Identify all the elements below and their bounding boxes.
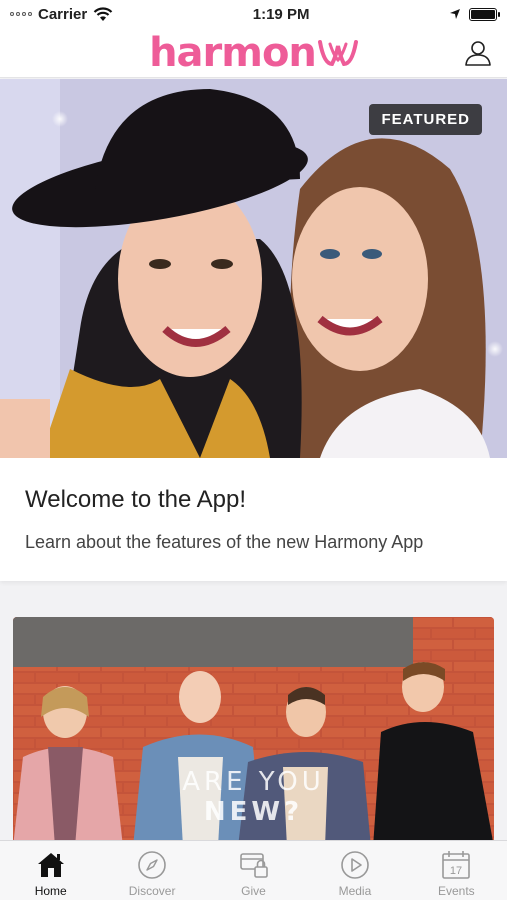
tab-home[interactable]: Home — [0, 841, 101, 900]
tab-give[interactable]: Give — [203, 841, 304, 900]
status-left: Carrier — [10, 6, 113, 23]
signal-icon — [10, 12, 32, 16]
tab-events-label: Events — [437, 884, 475, 898]
battery-icon — [469, 7, 500, 21]
svg-text:17: 17 — [450, 865, 462, 877]
status-bar: Carrier 1:19 PM — [0, 0, 507, 28]
logo-mark-icon — [317, 39, 358, 66]
featured-title: Welcome to the App! — [25, 486, 247, 513]
promo-line-1: ARE YOU — [182, 767, 325, 797]
featured-photo: FEATURED — [0, 79, 507, 458]
tab-discover-label: Discover — [128, 884, 176, 898]
wifi-icon — [93, 6, 113, 21]
featured-photo-illustration — [0, 79, 507, 458]
tab-home-label: Home — [34, 884, 67, 898]
carrier-label: Carrier — [38, 5, 88, 23]
home-icon — [37, 853, 64, 877]
promo-line-2: NEW? — [203, 797, 304, 827]
location-icon — [450, 9, 460, 19]
calendar-icon: 17 — [442, 851, 471, 879]
compass-icon — [138, 851, 166, 879]
tab-events[interactable]: 17 Events — [406, 841, 507, 900]
tab-media-label: Media — [338, 884, 372, 898]
clock: 1:19 PM — [252, 5, 310, 23]
app-logo: harmon — [149, 33, 358, 73]
tab-media[interactable]: Media — [304, 841, 405, 900]
user-icon[interactable] — [463, 38, 493, 68]
promo-card[interactable]: ARE YOU NEW? — [13, 617, 494, 847]
app-header: harmon — [0, 28, 507, 78]
featured-body: Welcome to the App! Learn about the feat… — [0, 458, 507, 553]
featured-card[interactable]: FEATURED Welcome to the App! Learn about… — [0, 79, 507, 581]
play-icon — [341, 851, 369, 879]
tab-give-label: Give — [241, 884, 266, 898]
tab-bar: Home Discover Give Media 17 Events — [0, 840, 507, 900]
give-icon — [239, 853, 268, 878]
status-right — [449, 7, 500, 21]
featured-subtitle: Learn about the features of the new Harm… — [25, 532, 424, 552]
featured-badge: FEATURED — [369, 104, 482, 135]
tab-discover[interactable]: Discover — [101, 841, 202, 900]
logo-text: harmon — [149, 29, 317, 76]
